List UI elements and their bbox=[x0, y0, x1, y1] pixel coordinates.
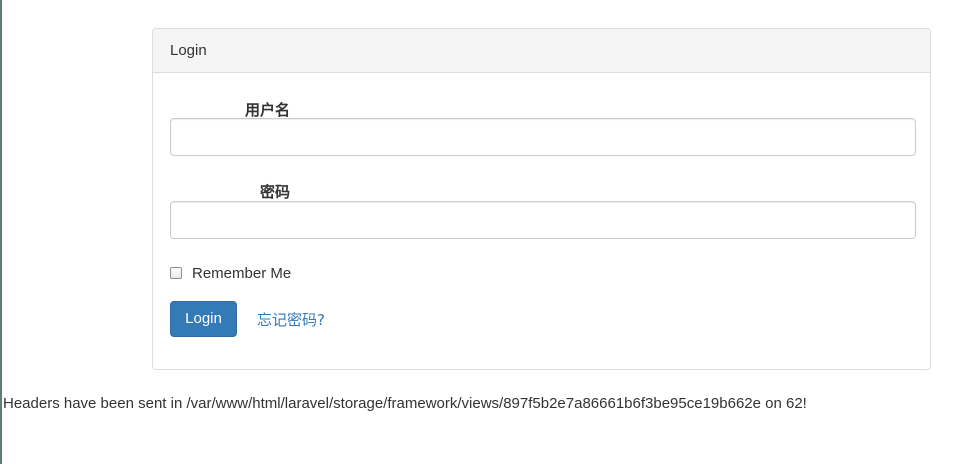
remember-me-row[interactable]: Remember Me bbox=[170, 263, 291, 283]
username-label: 用户名 bbox=[245, 101, 291, 119]
forgot-password-link[interactable]: 忘记密码? bbox=[257, 309, 325, 330]
remember-me-checkbox[interactable] bbox=[170, 267, 182, 279]
panel-heading: Login bbox=[153, 29, 930, 73]
username-input[interactable] bbox=[170, 118, 916, 156]
login-button[interactable]: Login bbox=[170, 301, 237, 337]
login-panel: Login 用户名 密码 Remember Me Login 忘记密码? bbox=[152, 28, 931, 370]
headers-sent-error: Headers have been sent in /var/www/html/… bbox=[3, 395, 807, 412]
window-left-edge bbox=[0, 0, 2, 464]
remember-me-label[interactable]: Remember Me bbox=[192, 265, 291, 282]
password-label: 密码 bbox=[260, 183, 291, 201]
password-input[interactable] bbox=[170, 201, 916, 239]
